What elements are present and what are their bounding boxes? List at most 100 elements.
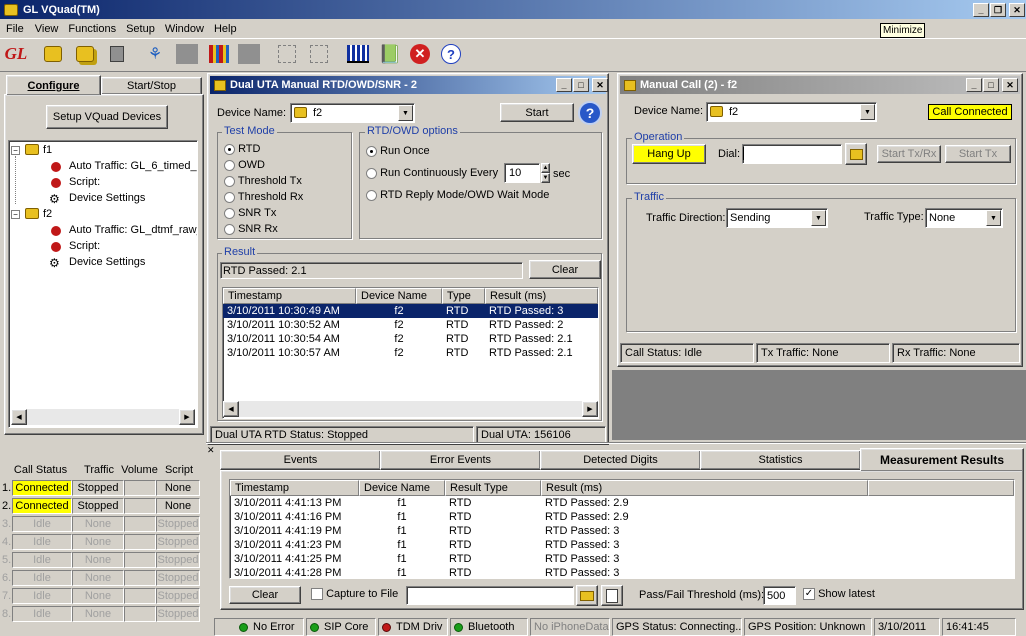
mode-snr-rx[interactable]: SNR Rx: [224, 221, 303, 237]
scroll-left-icon[interactable]: ◀: [11, 409, 27, 425]
traffic-cell[interactable]: None: [72, 516, 124, 532]
gl-logo-icon[interactable]: GL: [3, 41, 29, 67]
call-status-cell[interactable]: Connected: [12, 498, 72, 514]
show-latest-checkbox[interactable]: ✓ Show latest: [803, 588, 875, 601]
start-tx-button[interactable]: Start Tx: [945, 145, 1011, 163]
call-status-cell[interactable]: Idle: [12, 570, 72, 586]
tree-f1-script[interactable]: Script:: [69, 176, 100, 188]
reply-mode-radio[interactable]: RTD Reply Mode/OWD Wait Mode: [366, 189, 549, 201]
minimize-button[interactable]: _: [973, 3, 989, 17]
script-cell[interactable]: Stopped: [156, 588, 200, 604]
traffic-type-select[interactable]: None ▼: [925, 208, 1003, 228]
interval-spinner[interactable]: ▲ ▼: [541, 163, 550, 183]
table-row[interactable]: 3/10/2011 10:30:54 AM f2 RTD RTD Passed: 2.…: [223, 332, 598, 346]
menu-window[interactable]: Window: [160, 23, 209, 35]
traffic-cell[interactable]: Stopped: [72, 480, 124, 496]
chevron-down-icon[interactable]: ▼: [860, 104, 875, 120]
splitter[interactable]: [206, 442, 1026, 444]
call-device-select[interactable]: f2 ▼: [706, 102, 877, 122]
network-icon[interactable]: ⚘: [142, 41, 168, 67]
col-device-name[interactable]: Device Name: [359, 480, 445, 496]
tab-events[interactable]: Events: [220, 450, 381, 470]
uta-device-select[interactable]: f2 ▼: [290, 103, 415, 123]
tree-hscrollbar[interactable]: ◀ ▶: [11, 409, 195, 425]
results-clear-button[interactable]: Clear: [229, 586, 301, 604]
collapse-f1-icon[interactable]: −: [11, 146, 20, 155]
close-button[interactable]: ✕: [592, 78, 608, 92]
mode-owd[interactable]: OWD: [224, 157, 303, 173]
tree-f2-script[interactable]: Script:: [69, 240, 100, 252]
minimize-button[interactable]: _: [966, 78, 982, 92]
call-status-cell[interactable]: Idle: [12, 588, 72, 604]
table-row[interactable]: 3/10/2011 4:41:23 PM f1 RTD RTD Passed: 3: [230, 538, 1014, 552]
file-export-icon[interactable]: [601, 585, 623, 606]
traffic-cell[interactable]: Stopped: [72, 498, 124, 514]
hang-up-button[interactable]: Hang Up: [632, 144, 706, 164]
table-row[interactable]: 3/10/2011 4:41:19 PM f1 RTD RTD Passed: 3: [230, 524, 1014, 538]
run-continuous-radio[interactable]: Run Continuously Every: [366, 167, 498, 179]
traffic-cell[interactable]: None: [72, 588, 124, 604]
call-status-cell[interactable]: Idle: [12, 552, 72, 568]
tab-measurement-results[interactable]: Measurement Results: [860, 448, 1024, 471]
traffic-cell[interactable]: None: [72, 606, 124, 622]
bar-chart-icon[interactable]: [345, 41, 371, 67]
spin-up-icon[interactable]: ▲: [541, 163, 550, 173]
call-status-cell[interactable]: Idle: [12, 606, 72, 622]
devices-icon[interactable]: [72, 41, 98, 67]
disabled-icon-2[interactable]: [236, 41, 262, 67]
mode-threshold-rx[interactable]: Threshold Rx: [224, 189, 303, 205]
volume-cell[interactable]: [124, 588, 156, 604]
help-icon[interactable]: ?: [438, 41, 464, 67]
col-type[interactable]: Type: [442, 288, 485, 304]
col-result[interactable]: Result (ms): [485, 288, 598, 304]
chevron-down-icon[interactable]: ▼: [398, 105, 413, 121]
disabled-icon-1[interactable]: [174, 41, 200, 67]
volume-cell[interactable]: [124, 606, 156, 622]
call-status-cell[interactable]: Connected: [12, 480, 72, 496]
script-cell[interactable]: Stopped: [156, 570, 200, 586]
scroll-right-icon[interactable]: ▶: [179, 409, 195, 425]
panel-close-icon[interactable]: ✕: [207, 445, 215, 456]
menu-functions[interactable]: Functions: [63, 23, 121, 35]
tree-device-f1[interactable]: f1: [43, 144, 52, 156]
script-cell[interactable]: None: [156, 480, 200, 496]
script-cell[interactable]: Stopped: [156, 552, 200, 568]
menu-file[interactable]: File: [0, 23, 30, 35]
traffic-cell[interactable]: None: [72, 570, 124, 586]
tab-statistics[interactable]: Statistics: [700, 450, 861, 470]
script-cell[interactable]: Stopped: [156, 606, 200, 622]
capture-file-input[interactable]: [406, 586, 574, 605]
tab-detected-digits[interactable]: Detected Digits: [540, 450, 701, 470]
tab-configure[interactable]: Configure: [6, 75, 101, 95]
restore-button[interactable]: ❐: [990, 3, 1006, 17]
maximize-button[interactable]: □: [573, 78, 589, 92]
volume-cell[interactable]: [124, 516, 156, 532]
tab-error-events[interactable]: Error Events: [380, 450, 541, 470]
table-row[interactable]: 3/10/2011 10:30:57 AM f2 RTD RTD Passed: 2.…: [223, 346, 598, 360]
script-cell[interactable]: Stopped: [156, 516, 200, 532]
table-row[interactable]: 3/10/2011 10:30:52 AM f2 RTD RTD Passed: 2: [223, 318, 598, 332]
tree-f2-settings[interactable]: Device Settings: [69, 256, 145, 268]
uta-start-button[interactable]: Start: [500, 103, 574, 122]
scroll-left-icon[interactable]: ◀: [223, 401, 239, 417]
spin-down-icon[interactable]: ▼: [541, 173, 550, 183]
scroll-right-icon[interactable]: ▶: [582, 401, 598, 417]
volume-cell[interactable]: [124, 498, 156, 514]
disabled-icon-4[interactable]: [306, 41, 332, 67]
tree-f1-traffic[interactable]: Auto Traffic: GL_6_timed_r: [69, 160, 197, 172]
volume-cell[interactable]: [124, 534, 156, 550]
script-cell[interactable]: None: [156, 498, 200, 514]
menu-help[interactable]: Help: [209, 23, 242, 35]
menu-setup[interactable]: Setup: [121, 23, 160, 35]
mode-threshold-tx[interactable]: Threshold Tx: [224, 173, 303, 189]
save-icon[interactable]: [104, 41, 130, 67]
tree-f2-traffic[interactable]: Auto Traffic: GL_dtmf_raw_: [69, 224, 197, 236]
mode-snr-tx[interactable]: SNR Tx: [224, 205, 303, 221]
uta-clear-button[interactable]: Clear: [529, 260, 601, 279]
setup-devices-button[interactable]: Setup VQuad Devices: [46, 105, 168, 129]
folder-icon[interactable]: [576, 585, 598, 606]
table-row[interactable]: 3/10/2011 4:41:16 PM f1 RTD RTD Passed: 2.9: [230, 510, 1014, 524]
dial-input[interactable]: [742, 144, 842, 164]
phonebook-icon[interactable]: [845, 143, 867, 165]
col-result[interactable]: Result (ms): [541, 480, 868, 496]
